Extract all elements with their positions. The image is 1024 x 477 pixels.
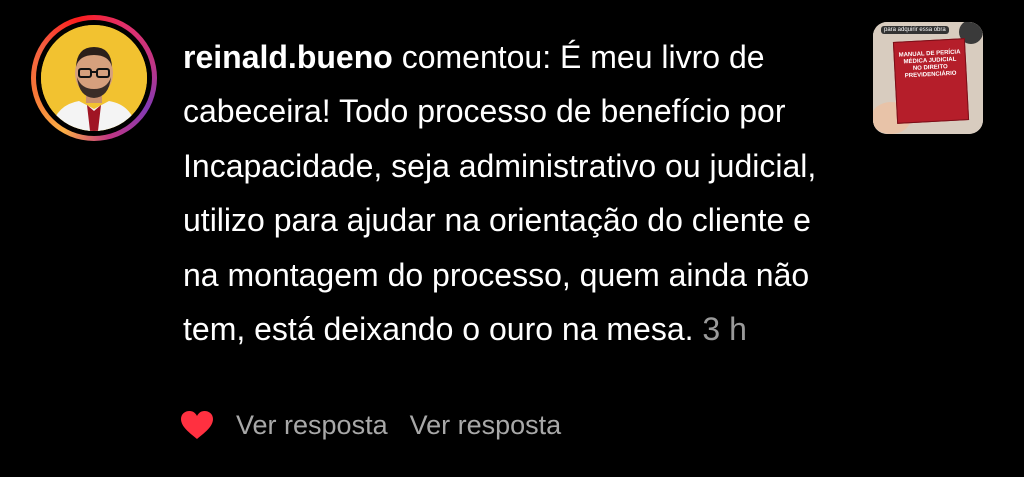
post-thumbnail[interactable]: para adquirir essa obra MANUAL DE PERÍCI… <box>873 22 983 134</box>
book-title: MANUAL DE PERÍCIA MÉDICA JUDICIAL NO DIR… <box>898 49 961 80</box>
heart-icon[interactable] <box>180 410 214 440</box>
view-reply-link-2[interactable]: Ver resposta <box>410 410 562 441</box>
avatar[interactable] <box>41 25 147 131</box>
comment-text: reinald.bueno comentou: É meu livro de c… <box>183 30 843 356</box>
comment-verb: comentou: <box>392 39 560 75</box>
comment-time: 3 h <box>702 311 747 348</box>
username-link[interactable]: reinald.bueno <box>183 39 393 75</box>
story-ring[interactable] <box>31 15 157 141</box>
comment-body: É meu livro de cabeceira! Todo processo … <box>183 39 817 348</box>
book-cover: MANUAL DE PERÍCIA MÉDICA JUDICIAL NO DIR… <box>892 38 970 124</box>
avatar-photo <box>41 25 147 131</box>
view-reply-link[interactable]: Ver resposta <box>236 410 388 441</box>
comment-actions: Ver resposta Ver resposta <box>180 403 583 447</box>
thumbnail-label: para adquirir essa obra <box>881 26 949 34</box>
